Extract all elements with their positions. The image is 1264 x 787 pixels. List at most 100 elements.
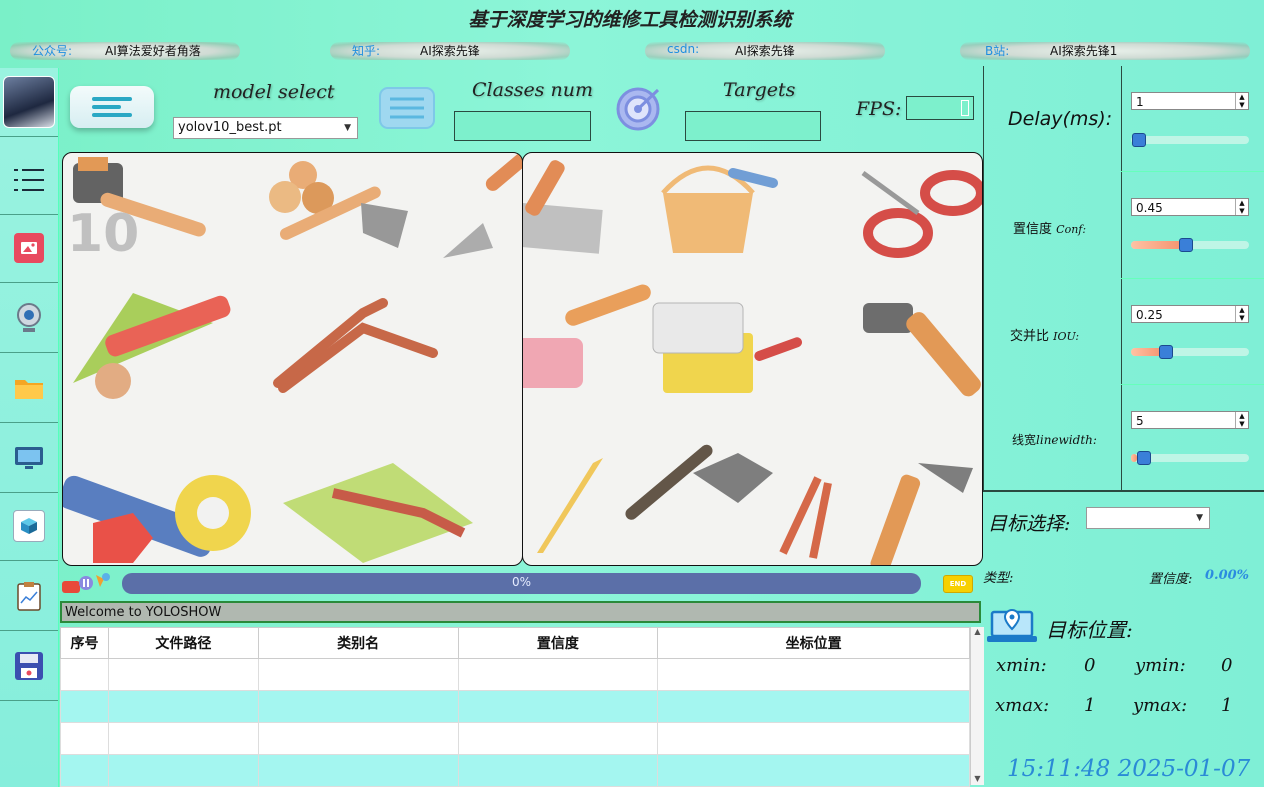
table-row[interactable]: [60, 754, 970, 787]
iou-label: 交并比 IOU:: [1010, 325, 1079, 344]
fps-field: [906, 96, 974, 120]
conf-spinbox[interactable]: 0.45 ▲ ▼: [1131, 198, 1249, 216]
sidebar-item-cube[interactable]: [0, 492, 58, 561]
iou-label-en: IOU:: [1053, 330, 1080, 343]
linewidth-label-en: linewidth:: [1036, 433, 1097, 447]
target-select-label: 目标选择:: [988, 513, 1071, 535]
clock: 15:11:48 2025-01-07: [1007, 756, 1251, 782]
sidebar-item-image[interactable]: [0, 214, 58, 283]
header-bar: model select yolov10_best.pt ▼ Classes n…: [60, 66, 982, 152]
settings-left-border: [983, 66, 984, 490]
hamburger-icon: [92, 97, 132, 117]
settings-panel: Delay(ms): 1 ▲ ▼ 置信度 Conf: 0.45 ▲ ▼ 交并比 IO…: [983, 66, 1264, 787]
sidebar-item-folder[interactable]: [0, 354, 58, 423]
linewidth-label: 线宽linewidth:: [1012, 431, 1097, 448]
targets-field: [685, 111, 821, 141]
target-icon: [616, 87, 660, 131]
classes-num-field: [454, 111, 591, 141]
output-image-panel: [522, 152, 983, 566]
model-select-value: yolov10_best.pt: [178, 120, 282, 135]
info-value-2: AI探索先锋: [420, 44, 480, 58]
status-text: Welcome to YOLOSHOW: [65, 605, 222, 620]
spin-arrows-icon[interactable]: ▲ ▼: [1235, 199, 1248, 215]
sidebar-item-screen[interactable]: [0, 424, 58, 493]
linewidth-value: 5: [1136, 414, 1144, 428]
info-value-4: AI探索先锋1: [1050, 44, 1118, 58]
info-label-1: 公众号:: [32, 44, 73, 58]
sidebar-item-save[interactable]: [0, 632, 58, 701]
sidebar-item-menu[interactable]: [0, 146, 58, 215]
info-value-3: AI探索先锋: [735, 44, 795, 58]
iou-spinbox[interactable]: 0.25 ▲ ▼: [1131, 305, 1249, 323]
menu-toggle-button[interactable]: [70, 86, 154, 128]
sidebar-item-report[interactable]: [0, 562, 58, 631]
chevron-down-icon: ▼: [344, 123, 351, 133]
iou-slider[interactable]: [1131, 345, 1249, 359]
conf-result-value: 0.00%: [1205, 568, 1250, 583]
menu-icon: [14, 169, 44, 191]
results-table: 序号 文件路径 类别名 置信度 坐标位置: [60, 627, 970, 787]
run-controls-icon: [62, 573, 110, 593]
col-header-class: 类别名: [257, 627, 459, 659]
info-label-3: csdn:: [667, 42, 700, 56]
progress-bar: 0%: [122, 573, 921, 594]
folder-icon: [15, 380, 43, 399]
laptop-location-icon: [987, 608, 1037, 642]
conf-slider-handle[interactable]: [1179, 238, 1193, 252]
xmax-label: xmax:: [995, 695, 1050, 716]
col-header-index: 序号: [60, 627, 109, 659]
model-select[interactable]: yolov10_best.pt ▼: [173, 117, 358, 139]
save-icon: [15, 652, 43, 680]
classes-list-icon: [379, 87, 435, 129]
camera-icon: [17, 303, 41, 332]
conf-slider-fill: [1131, 241, 1182, 249]
ymin-label: ymin:: [1135, 655, 1186, 676]
delay-value: 1: [1136, 95, 1144, 109]
target-select[interactable]: ▼: [1086, 507, 1210, 529]
xmax-value: 1: [1084, 695, 1096, 716]
linewidth-slider-handle[interactable]: [1137, 451, 1151, 465]
conf-label-cn: 置信度: [1013, 222, 1053, 237]
progress-text: 0%: [511, 575, 532, 589]
fps-caret: [961, 100, 969, 116]
input-image-panel: 10: [62, 152, 523, 566]
svg-text:10: 10: [67, 204, 139, 264]
sidebar-item-avatar[interactable]: [0, 68, 58, 137]
spin-arrows-icon[interactable]: ▲ ▼: [1235, 412, 1248, 428]
linewidth-spinbox[interactable]: 5 ▲ ▼: [1131, 411, 1249, 429]
delay-spinbox[interactable]: 1 ▲ ▼: [1131, 92, 1249, 110]
type-label: 类型:: [983, 571, 1014, 586]
table-row[interactable]: [60, 722, 970, 755]
spin-arrows-icon[interactable]: ▲ ▼: [1235, 306, 1248, 322]
model-select-label: model select: [213, 81, 335, 103]
col-header-coords: 坐标位置: [657, 627, 970, 659]
table-row[interactable]: [60, 690, 970, 723]
info-bar: 公众号: AI算法爱好者角落 知乎: AI探索先锋 csdn: AI探索先锋 B…: [0, 38, 1260, 62]
iou-label-cn: 交并比: [1010, 329, 1050, 344]
linewidth-label-cn: 线宽: [1012, 433, 1037, 447]
divider: [1121, 278, 1264, 279]
iou-value: 0.25: [1136, 308, 1163, 322]
end-button[interactable]: END: [943, 575, 973, 593]
run-button[interactable]: [60, 569, 118, 595]
linewidth-slider[interactable]: [1131, 451, 1249, 465]
table-row[interactable]: [60, 658, 970, 691]
image-icon: [14, 233, 44, 263]
conf-value: 0.45: [1136, 201, 1163, 215]
divider: [1121, 171, 1264, 172]
iou-slider-handle[interactable]: [1159, 345, 1173, 359]
tools-illustration-left: 10: [63, 153, 522, 563]
table-scrollbar[interactable]: ▲ ▼: [970, 627, 984, 785]
delay-slider[interactable]: [1131, 133, 1249, 147]
sidebar-item-camera[interactable]: [0, 284, 58, 353]
conf-slider[interactable]: [1131, 238, 1249, 252]
delay-slider-handle[interactable]: [1132, 133, 1146, 147]
conf-label: 置信度 Conf:: [1013, 218, 1086, 237]
ymin-value: 0: [1221, 655, 1233, 676]
xmin-value: 0: [1084, 655, 1096, 676]
results-table-container: 序号 文件路径 类别名 置信度 坐标位置: [60, 627, 970, 787]
classes-num-label: Classes num: [472, 79, 593, 101]
window-title: 基于深度学习的维修工具检测识别系统: [468, 9, 792, 31]
targets-label: Targets: [723, 79, 796, 101]
spin-arrows-icon[interactable]: ▲ ▼: [1235, 93, 1248, 109]
